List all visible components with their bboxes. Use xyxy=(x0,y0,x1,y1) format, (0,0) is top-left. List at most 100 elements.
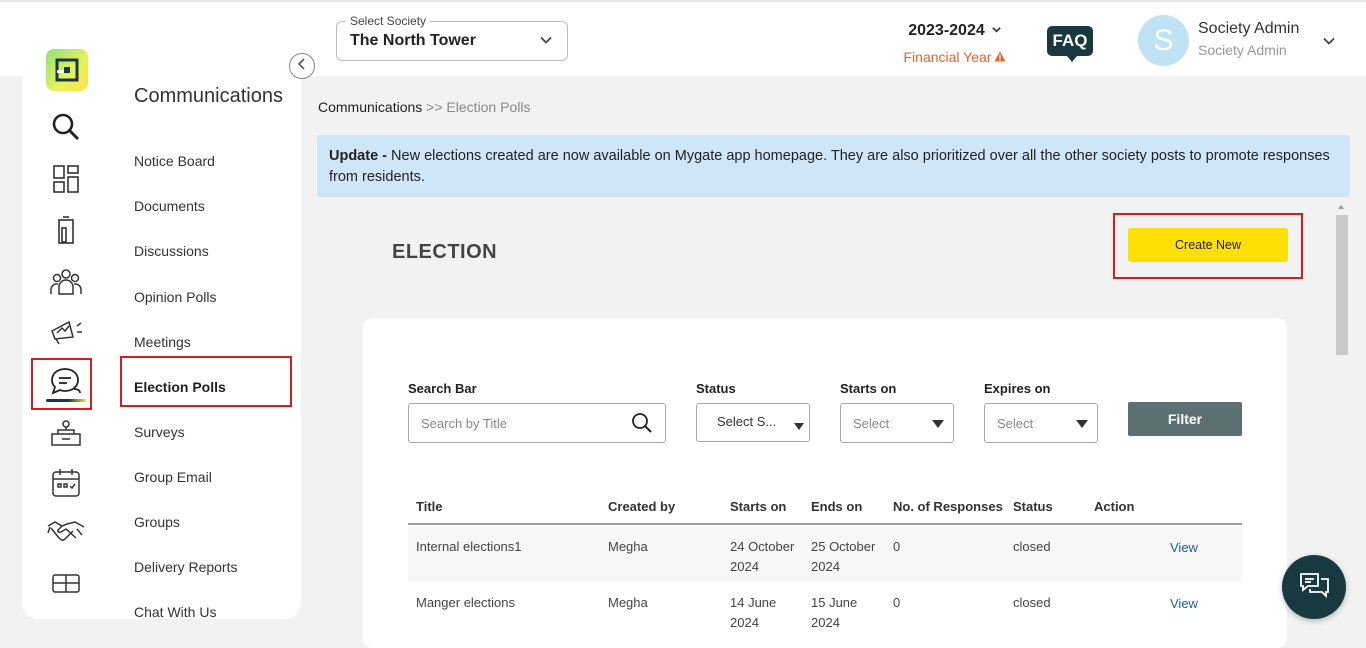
table-header-divider xyxy=(408,523,1242,525)
faq-button[interactable]: FAQ xyxy=(1047,26,1093,62)
banner-bold-label: Update - xyxy=(329,148,387,164)
user-menu-chevron-icon[interactable] xyxy=(1322,34,1336,53)
column-header-responses: No. of Responses xyxy=(893,499,1003,514)
row-starts-on: 14 June 2024 xyxy=(730,593,776,633)
society-select-label: Select Society xyxy=(346,14,431,28)
avatar[interactable]: S xyxy=(1138,15,1189,66)
menu-item-group-email[interactable]: Group Email xyxy=(134,469,212,485)
caret-down-icon xyxy=(794,423,804,430)
menu-item-notice-board[interactable]: Notice Board xyxy=(134,153,215,169)
caret-down-icon xyxy=(932,420,944,428)
row-ends-on: 15 June 2024 xyxy=(811,593,857,633)
handshake-icon[interactable] xyxy=(46,514,86,550)
row-status: closed xyxy=(1013,539,1051,554)
chevron-left-icon xyxy=(297,57,307,75)
row-ends-on-date: 15 June xyxy=(811,595,858,610)
column-header-created-by: Created by xyxy=(608,499,676,514)
row-ends-on: 25 October 2024 xyxy=(811,537,875,577)
sidebar-collapse-button[interactable] xyxy=(289,53,315,79)
chevron-down-icon xyxy=(539,33,553,52)
search-placeholder: Search by Title xyxy=(421,416,507,431)
financial-year-label: Financial Year xyxy=(903,49,992,65)
section-title: Communications xyxy=(134,85,283,107)
menu-item-opinion-polls[interactable]: Opinion Polls xyxy=(134,289,217,305)
column-header-starts-on: Starts on xyxy=(730,499,787,514)
search-label: Search Bar xyxy=(408,381,477,396)
chevron-down-icon xyxy=(991,22,1002,40)
status-select[interactable]: Select S... xyxy=(696,403,810,442)
starts-on-label: Starts on xyxy=(840,381,897,396)
society-select[interactable]: Select Society The North Tower xyxy=(336,14,568,61)
status-label: Status xyxy=(696,381,736,396)
financial-year-selector[interactable]: 2023-2024 Financial Year xyxy=(900,22,1010,65)
column-header-title: Title xyxy=(416,499,443,514)
assets-icon[interactable] xyxy=(46,565,86,601)
menu-item-groups[interactable]: Groups xyxy=(134,514,180,530)
building-icon[interactable] xyxy=(46,212,86,248)
calendar-icon[interactable] xyxy=(46,465,86,501)
view-link[interactable]: View xyxy=(1170,594,1198,614)
active-nav-indicator xyxy=(46,399,86,402)
search-icon[interactable] xyxy=(631,412,653,437)
residents-icon[interactable] xyxy=(46,263,86,299)
chat-bubbles-icon xyxy=(1298,570,1330,605)
row-starts-on-date: 24 October xyxy=(730,539,795,554)
create-new-button[interactable]: Create New xyxy=(1128,228,1288,262)
column-header-status: Status xyxy=(1013,499,1053,514)
sidebar: Communications Notice Board Documents Di… xyxy=(22,20,301,619)
status-select-value: Select S... xyxy=(717,414,777,429)
communications-icon[interactable] xyxy=(46,364,86,400)
financial-year-value: 2023-2024 xyxy=(908,22,985,39)
helpdesk-icon[interactable] xyxy=(46,415,86,451)
row-title: Manger elections xyxy=(416,595,515,610)
scrollbar-thumb[interactable] xyxy=(1336,215,1348,355)
society-select-value: The North Tower xyxy=(350,32,476,49)
starts-on-select-value: Select xyxy=(853,416,890,431)
row-starts-on-year: 2024 xyxy=(730,559,759,574)
expires-on-label: Expires on xyxy=(984,381,1051,396)
row-starts-on-date: 14 June xyxy=(730,595,777,610)
row-created-by: Megha xyxy=(608,539,648,554)
starts-on-select[interactable]: Select xyxy=(840,403,954,443)
breadcrumb-parent[interactable]: Communications xyxy=(318,99,422,115)
view-link[interactable]: View xyxy=(1170,538,1198,558)
banner-text: New elections created are now available … xyxy=(329,148,1330,185)
row-ends-on-date: 25 October xyxy=(811,539,876,554)
row-ends-on-year: 2024 xyxy=(811,615,840,630)
announcement-icon[interactable] xyxy=(46,313,86,349)
menu-item-meetings[interactable]: Meetings xyxy=(134,334,191,350)
row-responses: 0 xyxy=(893,595,901,610)
menu-item-chat-with-us[interactable]: Chat With Us xyxy=(134,604,216,619)
menu-item-discussions[interactable]: Discussions xyxy=(134,243,209,259)
warning-icon xyxy=(994,49,1006,65)
user-name: Society Admin xyxy=(1198,20,1300,37)
app-logo[interactable] xyxy=(46,49,88,91)
search-input[interactable]: Search by Title xyxy=(408,403,666,443)
menu-item-surveys[interactable]: Surveys xyxy=(134,424,185,440)
dashboard-icon[interactable] xyxy=(46,161,86,197)
table-row: Internal elections1 Megha 24 October 202… xyxy=(408,526,1242,582)
search-icon[interactable] xyxy=(46,109,86,145)
menu-item-delivery-reports[interactable]: Delivery Reports xyxy=(134,559,237,575)
expires-on-select-value: Select xyxy=(997,416,1034,431)
chat-support-button[interactable] xyxy=(1282,555,1346,619)
row-ends-on-year: 2024 xyxy=(811,559,840,574)
expires-on-select[interactable]: Select xyxy=(984,403,1098,443)
row-responses: 0 xyxy=(893,539,901,554)
menu-item-documents[interactable]: Documents xyxy=(134,198,205,214)
row-starts-on: 24 October 2024 xyxy=(730,537,794,577)
page-title: ELECTION xyxy=(392,241,498,263)
filter-button[interactable]: Filter xyxy=(1128,402,1242,436)
update-banner: Update - New elections created are now a… xyxy=(317,135,1350,197)
menu-item-election-polls[interactable]: Election Polls xyxy=(134,379,226,395)
column-header-action: Action xyxy=(1094,499,1135,514)
row-created-by: Megha xyxy=(608,595,648,610)
row-status: closed xyxy=(1013,595,1051,610)
column-header-ends-on: Ends on xyxy=(811,499,863,514)
table-row: Manger elections Megha 14 June 2024 15 J… xyxy=(408,582,1242,638)
row-starts-on-year: 2024 xyxy=(730,615,759,630)
breadcrumb-separator: >> xyxy=(426,99,443,115)
caret-down-icon xyxy=(1076,420,1088,428)
scroll-up-arrow-icon[interactable] xyxy=(1338,205,1344,209)
row-title: Internal elections1 xyxy=(416,539,522,554)
